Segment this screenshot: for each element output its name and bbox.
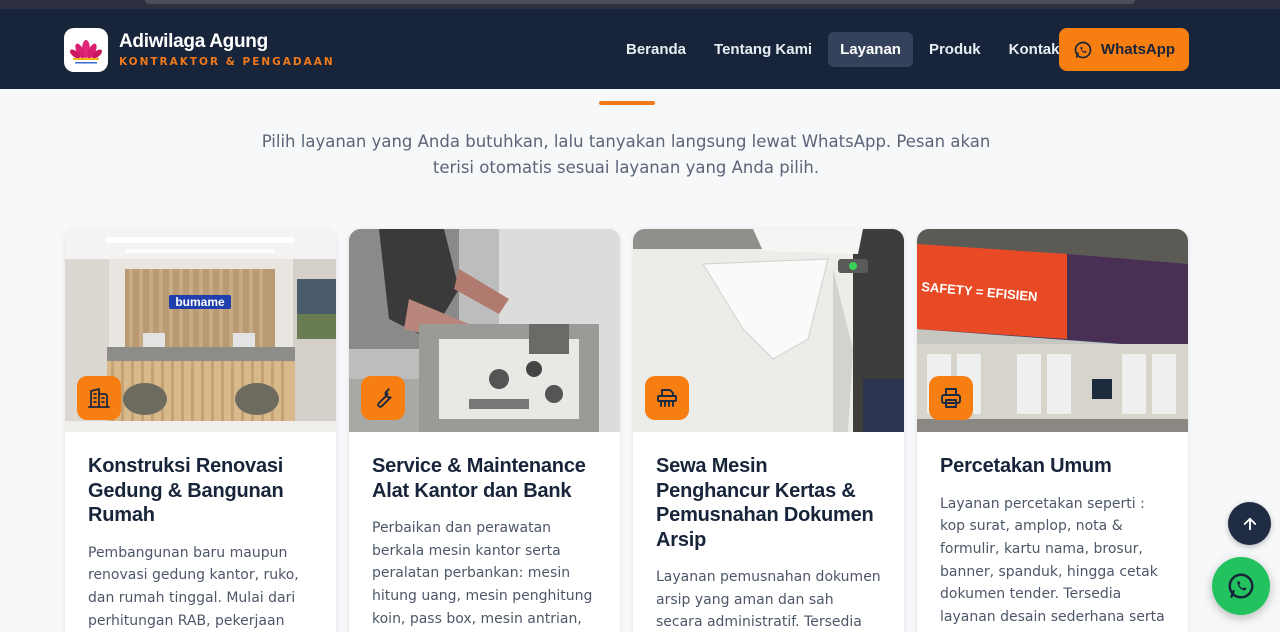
card-badge	[929, 376, 973, 420]
intro-line-1: Pilih layanan yang Anda butuhkan, lalu t…	[261, 132, 991, 151]
card-description: Layanan pemusnahan dokumen arsip yang am…	[656, 569, 881, 631]
main-nav: Beranda Tentang Kami Layanan Produk Kont…	[614, 32, 1076, 67]
scroll-to-top-button[interactable]	[1228, 502, 1271, 545]
service-card-printing[interactable]: SAFETY = EFISIEN Percetakan Umum Layanan…	[917, 229, 1188, 632]
card-description: Perbaikan dan perawatan berkala mesin ka…	[372, 520, 593, 627]
services-intro: Pilih layanan yang Anda butuhkan, lalu t…	[250, 129, 1002, 181]
card-title: Percetakan Umum	[940, 455, 1112, 477]
nav-item-produk[interactable]: Produk	[917, 32, 993, 67]
card-image-machine-repair	[349, 229, 620, 432]
image-sign-text: bumame	[175, 295, 225, 309]
card-image-office-interior: bumame	[65, 229, 336, 432]
card-title: Konstruksi Renovasi Gedung & Bangunan Ru…	[88, 455, 284, 526]
site-header: Adiwilaga Agung KONTRAKTOR & PENGADAAN B…	[0, 0, 1280, 89]
whatsapp-icon	[1074, 41, 1092, 58]
card-badge	[361, 376, 405, 420]
wrench-icon	[377, 388, 392, 408]
brand-tagline: KONTRAKTOR & PENGADAAN	[119, 56, 335, 68]
service-card-konstruksi[interactable]: bumame Konstruksi Renovasi Gedung & Bang…	[65, 229, 336, 632]
nav-item-beranda[interactable]: Beranda	[614, 32, 698, 67]
card-image-printed-banner: SAFETY = EFISIEN	[917, 229, 1188, 432]
whatsapp-header-button[interactable]: WhatsApp	[1059, 28, 1189, 71]
nav-item-tentang-kami[interactable]: Tentang Kami	[702, 32, 824, 67]
printer-icon	[941, 388, 961, 408]
arrow-up-icon	[1243, 517, 1256, 530]
card-description: Layanan percetakan seperti : kop surat, …	[940, 495, 1165, 632]
building-icon	[88, 388, 110, 408]
whatsapp-header-label: WhatsApp	[1100, 41, 1176, 58]
card-badge	[645, 376, 689, 420]
lotus-logo-icon	[64, 28, 108, 72]
card-description: Pembangunan baru maupun renovasi gedung …	[88, 544, 299, 629]
whatsapp-icon	[1228, 573, 1254, 599]
card-title: Sewa Mesin Penghancur Kertas & Pemusnaha…	[656, 455, 874, 551]
intro-line-2: terisi otomatis sesuai layanan yang Anda…	[432, 158, 820, 177]
brand-name: Adiwilaga Agung	[119, 31, 268, 52]
browser-top-strip	[0, 0, 1280, 9]
section-accent-line	[599, 101, 655, 105]
card-title: Service & Maintenance Alat Kantor dan Ba…	[372, 455, 586, 502]
service-card-shredder[interactable]: Sewa Mesin Penghancur Kertas & Pemusnaha…	[633, 229, 904, 632]
shredder-icon	[657, 389, 677, 407]
service-card-maintenance[interactable]: Service & Maintenance Alat Kantor dan Ba…	[349, 229, 620, 632]
whatsapp-floating-button[interactable]	[1212, 557, 1270, 615]
brand-link[interactable]: Adiwilaga Agung KONTRAKTOR & PENGADAAN	[64, 28, 335, 72]
card-image-paper-shredder	[633, 229, 904, 432]
nav-item-layanan[interactable]: Layanan	[828, 32, 913, 67]
card-badge	[77, 376, 121, 420]
